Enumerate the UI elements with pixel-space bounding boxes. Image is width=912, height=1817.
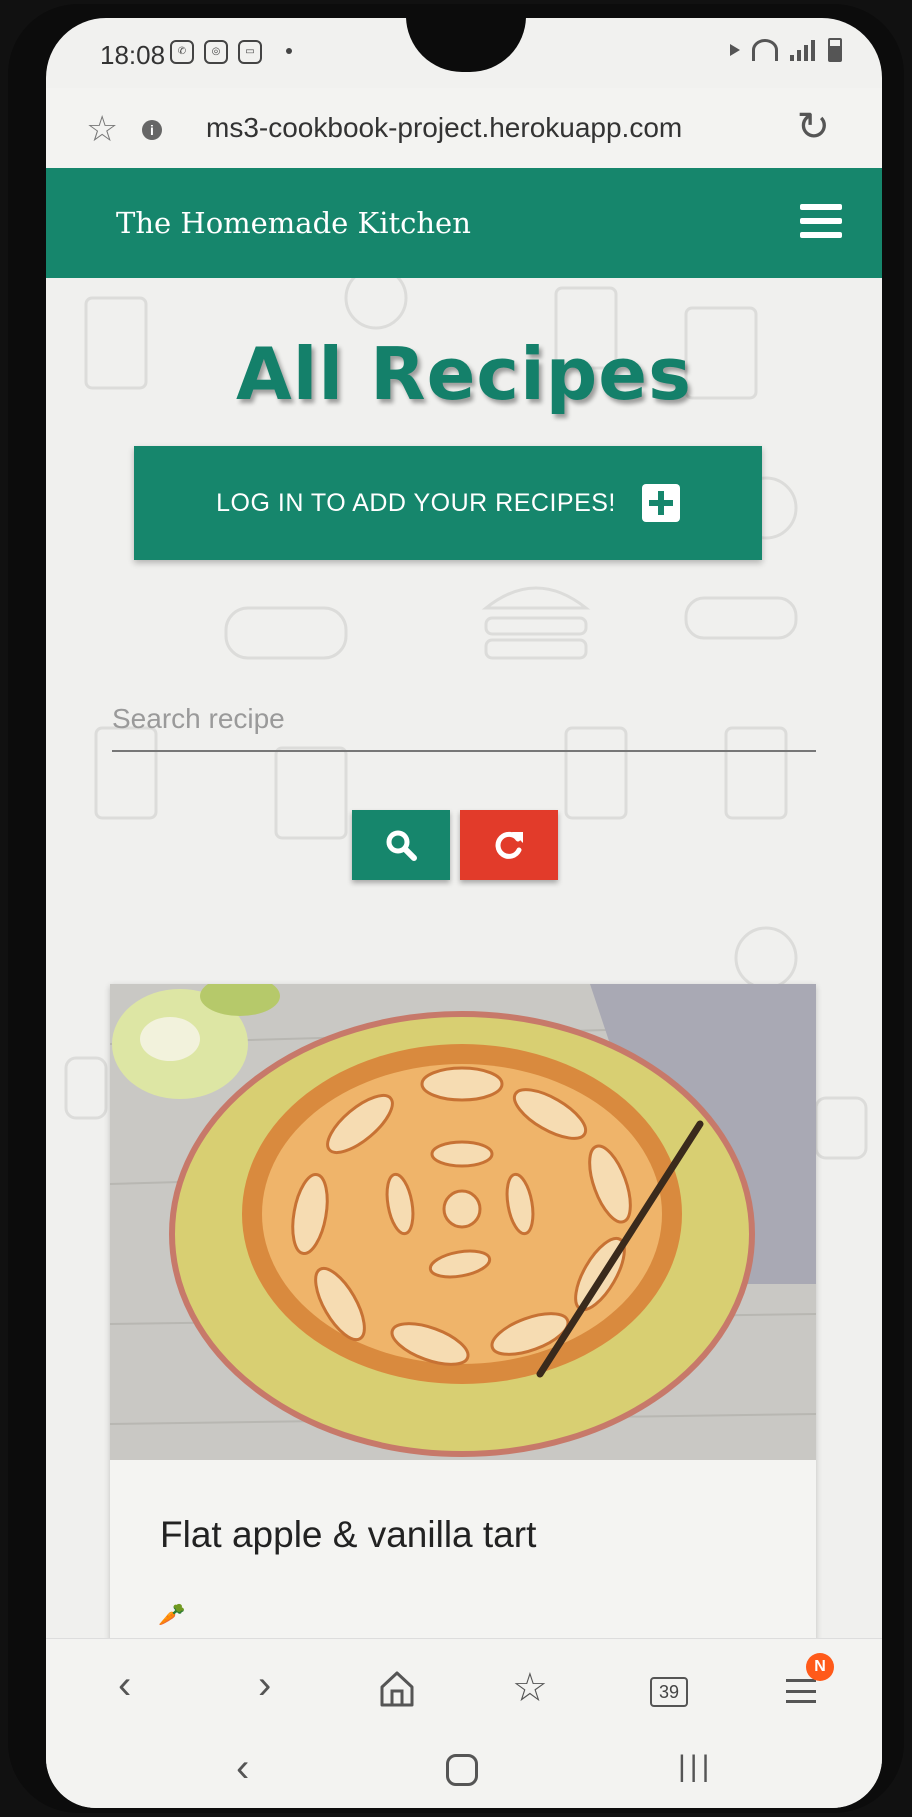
system-navigation-bar: ‹ |||: [46, 1738, 882, 1808]
forward-icon[interactable]: ›: [258, 1663, 271, 1708]
plus-square-icon: [641, 484, 680, 522]
carrot-icon: 🥕: [158, 1602, 186, 1627]
page-title: All Recipes: [235, 332, 692, 416]
site-brand[interactable]: The Homemade Kitchen: [116, 206, 471, 240]
whatsapp-icon: ✆: [170, 40, 194, 64]
more-notifications-dot-icon: [286, 48, 292, 54]
signal-icon: [790, 39, 816, 61]
battery-icon: [828, 38, 842, 62]
hamburger-menu-icon[interactable]: [800, 204, 842, 238]
search-icon: [386, 830, 417, 861]
reload-icon[interactable]: ↻: [796, 104, 830, 150]
search-input[interactable]: [112, 688, 816, 752]
system-back-icon[interactable]: ‹: [236, 1746, 249, 1791]
instagram-icon: ◎: [204, 40, 228, 64]
ring-app-icon: ▭: [238, 40, 262, 64]
login-to-add-recipes-button[interactable]: LOG IN TO ADD YOUR RECIPES!: [134, 446, 762, 560]
redo-icon: [495, 831, 523, 859]
browser-toolbar: ‹ › ☆ 39 N: [46, 1638, 882, 1738]
page-content: All Recipes LOG IN TO ADD YOUR RECIPES!: [46, 278, 882, 1644]
browser-menu-icon[interactable]: [786, 1679, 816, 1703]
notification-icons: ✆ ◎ ▭: [170, 40, 262, 64]
back-icon[interactable]: ‹: [118, 1663, 131, 1708]
recipe-card[interactable]: Flat apple & vanilla tart 🥕: [110, 984, 816, 1644]
recipe-image[interactable]: [110, 984, 816, 1460]
browser-url-bar: ☆ i ms3-cookbook-project.herokuapp.com ↻: [46, 88, 882, 168]
bookmarks-star-icon[interactable]: ☆: [512, 1665, 548, 1711]
url-field[interactable]: ms3-cookbook-project.herokuapp.com: [206, 112, 682, 144]
site-info-icon[interactable]: i: [142, 120, 162, 140]
recipe-title[interactable]: Flat apple & vanilla tart: [160, 1514, 536, 1556]
reset-search-button[interactable]: [460, 810, 558, 880]
search-button[interactable]: [352, 810, 450, 880]
system-status-icons: [730, 38, 842, 62]
home-icon[interactable]: [378, 1669, 416, 1709]
wifi-icon: [752, 39, 778, 61]
site-navbar: The Homemade Kitchen: [46, 168, 882, 278]
screen: 18:08 ✆ ◎ ▭ ☆ i ms3-cookbook-project.her…: [46, 18, 882, 1808]
bookmark-star-icon[interactable]: ☆: [86, 108, 118, 150]
status-time: 18:08: [100, 40, 166, 70]
login-button-label: LOG IN TO ADD YOUR RECIPES!: [216, 488, 616, 517]
phone-frame: 18:08 ✆ ◎ ▭ ☆ i ms3-cookbook-project.her…: [8, 4, 904, 1813]
notification-badge: N: [806, 1653, 834, 1681]
system-recents-icon[interactable]: |||: [678, 1750, 713, 1784]
status-bar: 18:08 ✆ ◎ ▭: [46, 18, 882, 88]
system-home-icon[interactable]: [446, 1754, 478, 1786]
tabs-count-icon[interactable]: 39: [650, 1677, 688, 1707]
mute-icon: [730, 44, 740, 56]
